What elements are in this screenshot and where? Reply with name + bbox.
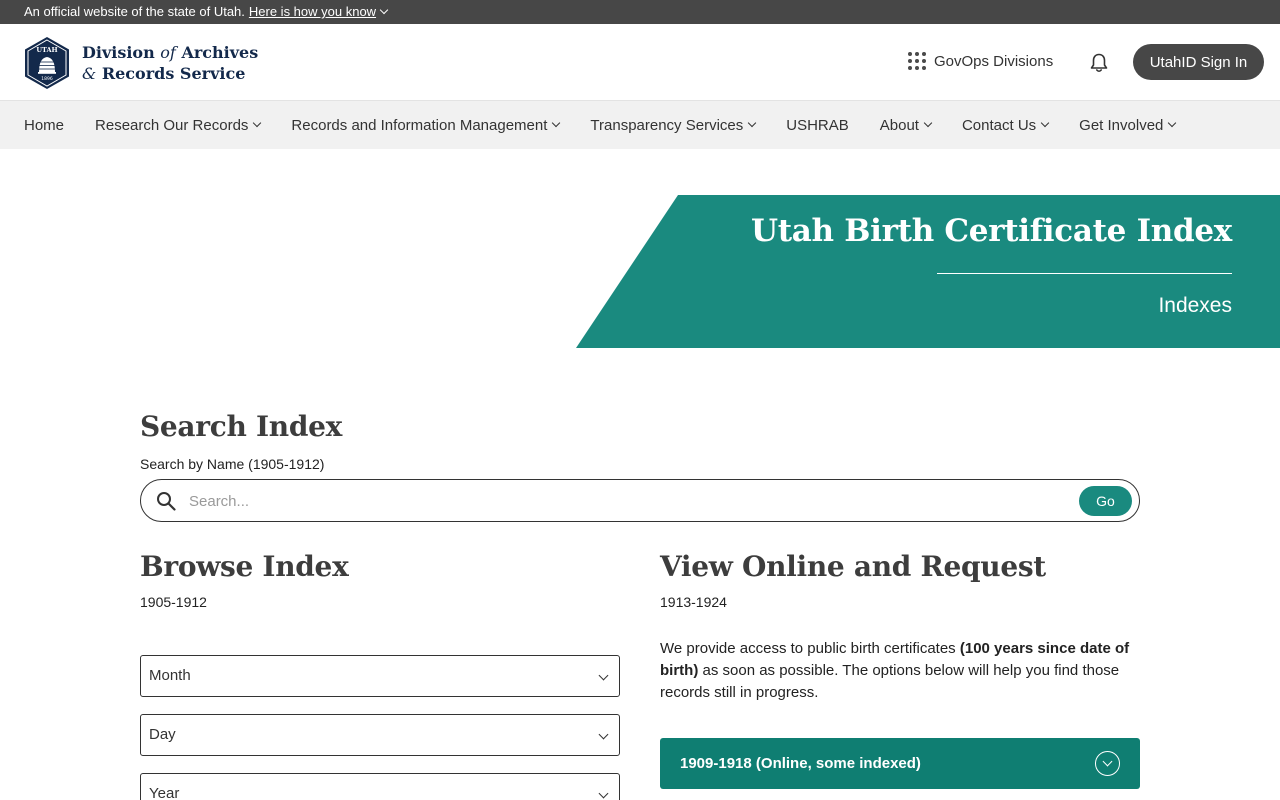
nav-item-get-involved[interactable]: Get Involved xyxy=(1079,116,1177,134)
logo-word-archives: Archives xyxy=(181,43,259,62)
search-input[interactable] xyxy=(189,488,1069,514)
chevron-down-icon xyxy=(598,788,609,799)
accordion-1909-1918[interactable]: 1909-1918 (Online, some indexed) xyxy=(660,738,1140,789)
chevron-down-circle-icon xyxy=(1095,751,1120,776)
main-navigation: Home Research Our Records Records and In… xyxy=(0,101,1280,149)
chevron-down-icon xyxy=(1040,118,1050,128)
view-online-heading: View Online and Request xyxy=(660,550,1046,583)
nav-label: Contact Us xyxy=(961,116,1037,134)
chevron-down-icon xyxy=(598,729,609,740)
site-header: UTAH 1896 Division of Archives & Records… xyxy=(0,24,1280,101)
logo-ampersand: & xyxy=(82,64,97,83)
hero-banner: Utah Birth Certificate Index Indexes xyxy=(576,195,1280,348)
month-select[interactable]: Month xyxy=(140,655,620,697)
logo-word-of: of xyxy=(160,43,176,62)
search-bar: Go xyxy=(140,479,1140,522)
how-you-know-label: Here is how you know xyxy=(248,4,377,19)
nav-item-transparency-services[interactable]: Transparency Services xyxy=(590,116,757,134)
nav-label: USHRAB xyxy=(786,116,849,134)
logo-word-records-service: Records Service xyxy=(101,64,246,83)
utah-seal-icon: UTAH 1896 xyxy=(25,37,69,89)
chevron-down-icon xyxy=(748,118,757,128)
access-description: We provide access to public birth certif… xyxy=(660,638,1140,704)
chevron-down-icon xyxy=(379,5,389,15)
para-end: as soon as possible. The options below w… xyxy=(660,662,1120,701)
seal-text-top: UTAH xyxy=(36,46,57,54)
govops-label: GovOps Divisions xyxy=(934,52,1054,70)
govops-divisions-button[interactable]: GovOps Divisions xyxy=(908,52,1053,70)
search-label: Search by Name (1905-1912) xyxy=(140,456,325,472)
page-subtitle: Indexes xyxy=(1158,294,1232,317)
hero-divider xyxy=(937,273,1232,274)
sign-in-label: UtahID Sign In xyxy=(1149,53,1248,71)
chevron-down-icon xyxy=(598,670,609,681)
day-select[interactable]: Day xyxy=(140,714,620,756)
logo-wordmark: Division of Archives & Records Service xyxy=(82,42,258,84)
site-logo[interactable]: UTAH 1896 Division of Archives & Records… xyxy=(24,36,258,90)
nav-label: Research Our Records xyxy=(95,116,249,134)
seal-text-bottom: 1896 xyxy=(41,76,53,82)
official-banner-text: An official website of the state of Utah… xyxy=(24,4,245,19)
accordion-label: 1909-1918 (Online, some indexed) xyxy=(680,755,921,772)
nav-item-about[interactable]: About xyxy=(879,116,933,134)
year-select[interactable]: Year xyxy=(140,773,620,800)
nav-label: Transparency Services xyxy=(590,116,744,134)
official-site-banner: An official website of the state of Utah… xyxy=(0,0,1280,24)
nav-item-research-our-records[interactable]: Research Our Records xyxy=(95,116,262,134)
logo-word-division: Division xyxy=(82,43,155,62)
view-range: 1913-1924 xyxy=(660,594,727,610)
browse-range: 1905-1912 xyxy=(140,594,207,610)
chevron-down-icon xyxy=(1168,118,1177,128)
grid-dots-icon xyxy=(908,52,926,70)
nav-item-records-information-management[interactable]: Records and Information Management xyxy=(291,116,561,134)
utahid-sign-in-button[interactable]: UtahID Sign In xyxy=(1133,44,1264,80)
notifications-bell-icon[interactable] xyxy=(1088,52,1110,74)
month-select-value: Month xyxy=(149,667,191,684)
chevron-down-icon xyxy=(552,118,561,128)
page-title: Utah Birth Certificate Index xyxy=(751,213,1232,249)
search-icon xyxy=(157,492,176,511)
nav-label: Home xyxy=(24,116,65,134)
go-label: Go xyxy=(1096,493,1115,509)
nav-label: Get Involved xyxy=(1079,116,1164,134)
day-select-value: Day xyxy=(149,726,176,743)
nav-item-home[interactable]: Home xyxy=(24,117,64,134)
year-select-value: Year xyxy=(149,785,180,800)
chevron-down-icon xyxy=(923,118,933,128)
how-you-know-link[interactable]: Here is how you know xyxy=(248,4,389,19)
search-index-heading: Search Index xyxy=(140,410,343,443)
browse-index-heading: Browse Index xyxy=(140,550,349,583)
nav-item-contact-us[interactable]: Contact Us xyxy=(961,116,1050,134)
chevron-down-icon xyxy=(253,118,262,128)
nav-label: Records and Information Management xyxy=(291,116,548,134)
para-start: We provide access to public birth certif… xyxy=(660,640,960,657)
search-go-button[interactable]: Go xyxy=(1079,486,1132,516)
nav-item-ushrab[interactable]: USHRAB xyxy=(786,117,849,134)
nav-label: About xyxy=(879,116,919,134)
